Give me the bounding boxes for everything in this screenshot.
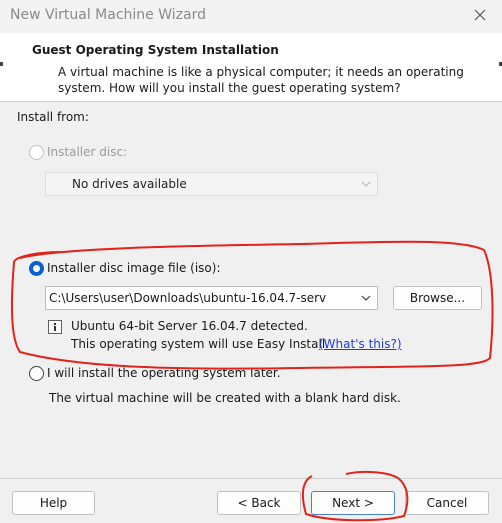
easy-install-text: This operating system will use Easy Inst… (71, 337, 329, 351)
iso-radio[interactable] (29, 261, 44, 276)
drive-select-value: No drives available (72, 177, 187, 191)
wizard-content: Install from: Installer disc: No drives … (0, 102, 502, 478)
installer-disc-radio[interactable] (29, 145, 44, 160)
whats-this-link[interactable]: (What's this?) (319, 337, 402, 351)
installer-disc-label: Installer disc: (47, 145, 128, 159)
browse-button[interactable]: Browse... (393, 286, 482, 310)
detected-os-text: Ubuntu 64-bit Server 16.04.7 detected. (71, 319, 308, 333)
info-icon (48, 320, 62, 334)
iso-path-select[interactable]: C:\Users\user\Downloads\ubuntu-16.04.7-s… (45, 286, 378, 310)
page-description: A virtual machine is like a physical com… (58, 65, 464, 95)
chevron-down-icon[interactable] (361, 293, 371, 303)
install-later-radio[interactable] (29, 366, 44, 381)
install-from-label: Install from: (17, 110, 89, 124)
drive-select[interactable]: No drives available (45, 172, 378, 196)
edge-mark-left (0, 62, 3, 66)
page-title: Guest Operating System Installation (32, 43, 279, 57)
wizard-header: Guest Operating System Installation A vi… (0, 33, 502, 101)
close-icon[interactable] (469, 4, 491, 26)
cancel-button[interactable]: Cancel (405, 491, 489, 515)
wizard-footer: Help < Back Next > Cancel (0, 479, 502, 523)
title-bar: New Virtual Machine Wizard (0, 0, 502, 33)
iso-label: Installer disc image file (iso): (47, 261, 221, 275)
help-button[interactable]: Help (12, 491, 95, 515)
back-button[interactable]: < Back (217, 491, 301, 515)
chevron-down-icon (361, 181, 371, 187)
install-later-description: The virtual machine will be created with… (49, 391, 401, 405)
install-later-label: I will install the operating system late… (47, 366, 281, 380)
iso-path-value[interactable]: C:\Users\user\Downloads\ubuntu-16.04.7-s… (49, 291, 354, 305)
next-button[interactable]: Next > (311, 491, 395, 515)
window-title: New Virtual Machine Wizard (10, 7, 206, 23)
